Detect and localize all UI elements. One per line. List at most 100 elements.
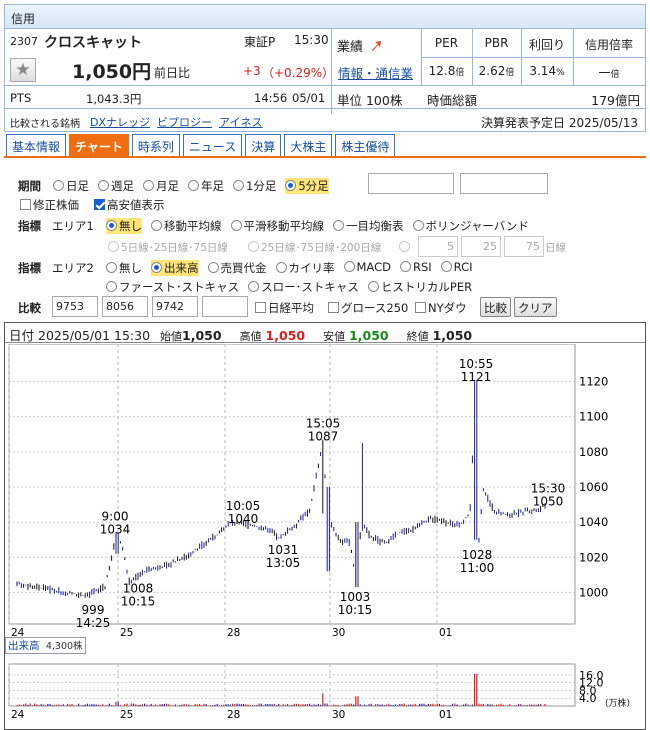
chart-info-bar: 日付 2025/05/01 15:30 始値1,050 高値 1,050 安値 … [5,323,645,343]
clear-button[interactable]: クリア [514,297,557,317]
area2-fast-stochastic[interactable]: ファースト･ストキャス [106,279,239,295]
compare-code-3[interactable]: 9742 [152,296,198,317]
period-yearly[interactable]: 年足 [188,178,224,194]
tab-major-shareholders[interactable]: 大株主 [284,134,333,157]
chart-annotation-label: 1034 [100,523,131,537]
tab-time-series[interactable]: 時系列 [131,134,180,157]
chart-annotation-label: 1087 [308,430,339,444]
chart-annotation-label: 10:05 [226,499,261,513]
volume-plot-area [8,663,576,707]
area2-options-row1: 無し 出来高 売買代金 カイリ率 MACD RSI RCI [106,260,473,276]
price-tick-label: 1060 [579,480,608,494]
open-value: 1,050 [182,328,222,343]
chart-annotation-label: 1031 [268,543,299,557]
day-tick-label: 30 [332,627,345,639]
growth250-checkbox[interactable]: グロース250 [328,300,408,316]
compare-code-1[interactable]: 9753 [52,296,98,317]
chart-panel: 日付 2025/05/01 15:30 始値1,050 高値 1,050 安値 … [4,322,646,730]
price-volume-chart[interactable]: 1000102010401060108011001120242425252828… [5,344,645,730]
pbr-label: PBR [484,36,509,50]
area2-historical-per[interactable]: ヒストリカルPER [367,279,472,295]
market-name: 東証P [244,35,276,49]
chart-annotation-label: 13:05 [266,556,301,570]
tab-news[interactable]: ニュース [182,134,243,157]
tab-basic-info[interactable]: 基本情報 [6,134,67,157]
highlow-checkbox[interactable]: 高安値表示 [94,197,165,213]
day-tick-label: 01 [439,709,452,721]
area2-volume[interactable]: 出来高 [151,260,199,276]
indicator-label-2: 指標 [18,261,41,275]
industry-link[interactable]: 情報・通信業 [338,63,413,82]
period-label: 期間 [18,179,41,193]
price-tick-label: 1120 [579,375,608,389]
period-end-input[interactable] [460,173,548,194]
compare-label: 比較 [18,301,41,315]
period-1min[interactable]: 1分足 [233,178,276,194]
stock-name: クロスキャット [44,35,142,51]
ma-input-3[interactable]: 75 [504,236,544,257]
period-5min[interactable]: 5分足 [285,178,329,194]
volume-unit: (万株) [605,699,631,709]
price-tick-label: 1000 [579,585,608,599]
nydow-checkbox[interactable]: NYダウ [415,300,467,316]
prev-day-label: 前日比 [154,66,191,80]
divider [5,85,645,86]
period-daily[interactable]: 日足 [53,178,89,194]
trading-unit: 単位 100株 [337,93,403,108]
adjusted-price-checkbox[interactable]: 修正株価 [20,197,79,213]
chart-annotation-label: 14:25 [76,616,111,630]
tab-shareholder-benefits[interactable]: 株主優待 [335,134,396,157]
pts-date: 05/01 [292,91,326,105]
day-tick-label: 25 [120,709,133,721]
ma-input-1[interactable]: 5 [418,236,458,257]
ma-option-1[interactable]: 5日線･25日線･75日線 [108,240,228,255]
chart-annotation-label: 1040 [228,512,259,526]
period-start-input[interactable] [368,173,454,194]
nikkei-checkbox[interactable]: 日経平均 [255,300,314,316]
area1-sma[interactable]: 移動平均線 [151,218,222,234]
ma-option-2[interactable]: 25日線･75日線･200日線 [248,240,381,255]
compare-link-dxknowledge[interactable]: DXナレッジ [90,114,150,130]
chart-annotation-label: 9:00 [102,510,129,524]
area2-rsi[interactable]: RSI [399,260,432,276]
tab-chart[interactable]: チャート [69,134,129,157]
date-label: 日付 [9,328,35,343]
chart-annotation-label: 15:05 [306,417,341,431]
ma-option-3[interactable] [399,240,412,254]
volume-value: 4,300株 [45,641,83,652]
favorite-star-button[interactable]: ★ [10,58,36,82]
compare-link-ines[interactable]: アイネス [219,114,262,130]
market-cap-value: 179億円 [591,93,640,108]
period-monthly[interactable]: 月足 [143,178,179,194]
pts-time: 14:56 [254,91,288,105]
compare-link-biprogy[interactable]: ビプロジー [157,114,212,130]
day-tick-label: 25 [120,627,133,639]
area2-slow-stochastic[interactable]: スロー･ストキャス [248,279,359,295]
area1-bollinger[interactable]: ボリンジャーバンド [412,218,529,234]
area2-turnover[interactable]: 売買代金 [207,260,267,276]
area2-rci[interactable]: RCI [440,260,473,276]
area2-deviation[interactable]: カイリ率 [275,260,335,276]
pts-price: 1,043.3円 [86,92,142,106]
ma-input-2[interactable]: 25 [461,236,501,257]
period-weekly[interactable]: 週足 [98,178,134,194]
compare-code-4[interactable] [202,296,248,317]
tab-earnings[interactable]: 決算 [245,134,282,157]
area2-none[interactable]: 無し [106,260,142,276]
area1-ema[interactable]: 平滑移動平均線 [230,218,324,234]
compare-button[interactable]: 比較 [480,297,511,317]
price-plot-area [8,344,576,625]
tab-underline [4,156,646,158]
chart-annotation-label: 999 [82,603,105,617]
performance-label[interactable]: 業績 [337,36,382,55]
high-label: 高値 [239,330,262,343]
stock-tabs: 基本情報 チャート 時系列 ニュース 決算 大株主 株主優待 [6,134,396,157]
day-tick-label: 28 [227,709,240,721]
compare-code-2[interactable]: 8056 [102,296,148,317]
volume-legend: 出来高 4,300株 [5,637,86,654]
area1-ichimoku[interactable]: 一目均衡表 [333,218,404,234]
area1-none[interactable]: 無し [106,218,142,234]
area2-macd[interactable]: MACD [343,260,391,276]
day-tick-label: 01 [439,627,452,639]
chart-annotation-label: 11:00 [460,561,495,575]
